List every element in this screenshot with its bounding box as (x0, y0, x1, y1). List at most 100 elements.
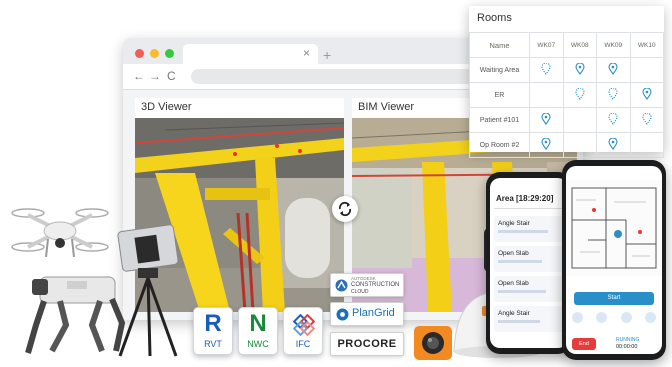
nwc-format-badge: N NWC (238, 307, 278, 355)
list-item-detail (498, 230, 548, 233)
list-item-label: Angle Stair (498, 220, 530, 227)
list-item[interactable]: Angle Stair (494, 216, 564, 242)
location-pin-icon (541, 112, 551, 125)
close-tab-icon[interactable]: × (303, 46, 310, 60)
rooms-header-row: Name WK07 WK08 WK09 WK10 (469, 32, 664, 58)
status-text: RUNNING (616, 337, 640, 343)
week-cell[interactable] (529, 107, 564, 133)
week-cell[interactable] (596, 82, 631, 108)
rooms-title: Rooms (477, 12, 512, 24)
list-item[interactable]: Open Slab (494, 276, 564, 302)
nwc-label: NWC (247, 339, 269, 349)
divider (494, 208, 564, 209)
rvt-label: RVT (204, 339, 222, 349)
room-name: Waiting Area (469, 57, 530, 83)
back-arrow-icon[interactable]: ← (133, 69, 145, 83)
name-column-header: Name (469, 32, 530, 58)
week-cell[interactable] (562, 82, 597, 108)
3d-viewer-title: 3D Viewer (141, 101, 192, 113)
location-pin-dashed-icon (541, 62, 551, 75)
laser-scanner-image (117, 224, 179, 357)
location-pin-dashed-icon (575, 87, 585, 100)
autodesk-icon (335, 279, 348, 292)
sync-icon (338, 201, 352, 217)
week-column-header: WK09 (596, 32, 631, 58)
room-row[interactable]: ER (469, 82, 664, 108)
week-cell (562, 107, 597, 133)
settings-icon[interactable] (644, 312, 656, 323)
list-item[interactable]: Angle Stair (494, 306, 564, 332)
phone-right-screen: Start End RUNNING 00:00:00 (566, 166, 662, 354)
location-pin-icon (541, 137, 551, 150)
week-cell[interactable] (629, 107, 664, 133)
end-button[interactable]: End (572, 338, 596, 350)
week-cell[interactable] (529, 132, 564, 158)
list-item-label: Angle Stair (498, 310, 530, 317)
list-item-detail (498, 290, 546, 293)
week-cell[interactable] (596, 57, 631, 83)
week-cell (629, 132, 664, 158)
close-window-button[interactable] (135, 49, 144, 58)
location-pin-icon (642, 87, 652, 100)
plangrid-icon (336, 308, 349, 321)
location-pin-dashed-icon (608, 112, 618, 125)
week-cell[interactable] (629, 82, 664, 108)
rooms-table: Name WK07 WK08 WK09 WK10 Waiting Area ER P… (469, 32, 664, 158)
cloud-word: CLOUD (351, 289, 369, 295)
list-item[interactable]: Open Slab (494, 246, 564, 272)
phone-left: Area [18:29:20] Angle Stair Open Slab Op… (486, 172, 572, 354)
construction-word: CONSTRUCTION (351, 282, 400, 288)
list-item-detail (498, 320, 540, 323)
forward-arrow-icon[interactable]: → (149, 69, 161, 83)
week-cell[interactable] (596, 132, 631, 158)
plangrid-logo: PlanGrid (330, 302, 404, 326)
procore-wordmark: PROCORE (337, 338, 397, 350)
start-button[interactable]: Start (574, 292, 654, 305)
minimize-window-button[interactable] (150, 49, 159, 58)
phone-left-title: Area [18:29:20] (496, 194, 554, 203)
rvt-logo-icon: R (204, 310, 222, 337)
list-item-label: Open Slab (498, 250, 529, 257)
floor-plan-map[interactable] (566, 180, 662, 276)
nwc-logo-icon: N (249, 310, 267, 337)
week-cell (562, 132, 597, 158)
room-row[interactable]: Op Room #2 (469, 132, 664, 158)
rvt-format-badge: R RVT (193, 307, 233, 355)
room-name: ER (469, 82, 530, 108)
location-pin-icon (608, 137, 618, 150)
autodesk-brand-line: AUTODESK (351, 276, 376, 281)
sync-viewers-button[interactable] (332, 196, 358, 222)
phone-right: Start End RUNNING 00:00:00 (562, 160, 666, 360)
location-pin-icon (575, 62, 585, 75)
camera-icon[interactable] (572, 312, 583, 323)
week-cell[interactable] (596, 107, 631, 133)
pin-icon[interactable] (620, 312, 632, 323)
autodesk-construction-cloud-logo: AUTODESK CONSTRUCTION CLOUD (330, 273, 404, 297)
ifc-logo-icon (293, 314, 315, 336)
room-name: Op Room #2 (469, 132, 530, 158)
ifc-label: IFC (295, 339, 311, 349)
week-cell[interactable] (529, 57, 564, 83)
elapsed-time: 00:00:00 (616, 344, 638, 350)
ifc-format-badge: IFC (283, 307, 323, 355)
reload-icon[interactable]: C (167, 69, 176, 83)
browser-tab[interactable]: × (183, 44, 318, 64)
room-row[interactable]: Waiting Area (469, 57, 664, 83)
room-name: Patient #101 (469, 107, 530, 133)
window-controls (135, 49, 174, 58)
phone-left-screen: Area [18:29:20] Angle Stair Open Slab Op… (490, 178, 568, 348)
room-row[interactable]: Patient #101 (469, 107, 664, 133)
plangrid-wordmark: PlanGrid (352, 307, 395, 319)
list-item-label: Open Slab (498, 280, 529, 287)
note-icon[interactable] (596, 312, 608, 323)
location-pin-dashed-icon (642, 112, 652, 125)
week-column-header: WK08 (562, 32, 597, 58)
action-icons (572, 312, 656, 326)
procore-logo: PROCORE (330, 332, 404, 356)
start-button-label: Start (607, 295, 621, 301)
maximize-window-button[interactable] (165, 49, 174, 58)
week-cell (529, 82, 564, 108)
end-button-label: End (579, 341, 589, 347)
new-tab-icon[interactable]: + (323, 47, 331, 63)
week-cell[interactable] (562, 57, 597, 83)
